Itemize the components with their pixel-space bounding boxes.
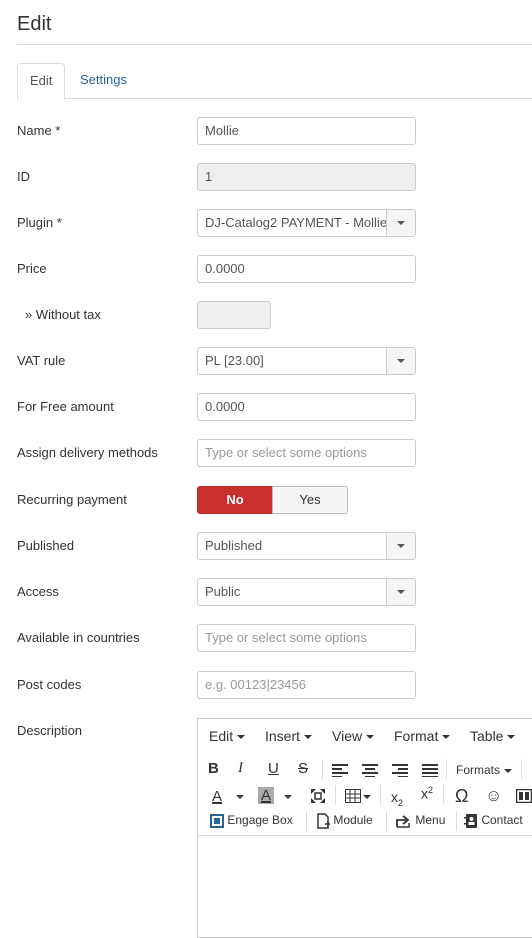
share-icon — [396, 815, 410, 828]
published-select-value: Published — [205, 538, 263, 553]
bold-icon[interactable]: B — [208, 760, 219, 777]
text-color-icon[interactable]: A — [212, 788, 222, 805]
toolbar-separator — [335, 785, 336, 805]
menu-format[interactable]: Format — [394, 728, 451, 744]
italic-icon[interactable]: I — [238, 760, 243, 777]
toolbar-separator — [521, 759, 522, 779]
recurring-no-button[interactable]: No — [197, 486, 273, 514]
price-label: Price — [17, 261, 47, 276]
chevron-down-icon[interactable] — [386, 210, 415, 236]
plugin-select-value: DJ-Catalog2 PAYMENT - Mollie — [205, 215, 388, 230]
divider — [17, 44, 532, 45]
recurring-toggle: No Yes — [197, 486, 348, 514]
without-tax-label: » Without tax — [25, 307, 101, 322]
emoticon-icon[interactable]: ☺ — [485, 786, 502, 806]
editor-content-area[interactable] — [198, 835, 532, 836]
chevron-down-icon[interactable] — [386, 533, 415, 559]
contact-label: Contact — [481, 813, 523, 827]
menu-button[interactable]: Menu — [396, 813, 445, 828]
free-amount-label: For Free amount — [17, 399, 114, 414]
id-input: 1 — [197, 163, 416, 191]
chevron-down-icon[interactable] — [386, 579, 415, 605]
subscript-icon[interactable]: x2 — [391, 789, 403, 808]
recurring-yes-button[interactable]: Yes — [272, 486, 348, 514]
engagebox-icon — [210, 813, 224, 828]
engagebox-label: Engage Box — [227, 813, 293, 827]
menu-format-label: Format — [394, 728, 439, 744]
menu-edit[interactable]: Edit — [209, 728, 246, 744]
menu-view[interactable]: View — [332, 728, 375, 744]
description-label: Description — [17, 723, 83, 738]
page-title: Edit — [17, 13, 52, 35]
chevron-down-icon[interactable] — [386, 348, 415, 374]
vat-rule-label: VAT rule — [17, 353, 66, 368]
chevron-down-icon[interactable] — [284, 788, 292, 805]
toolbar-separator — [443, 785, 444, 805]
access-label: Access — [17, 584, 59, 599]
align-left-icon[interactable] — [332, 763, 348, 777]
postcodes-input[interactable]: e.g. 00123|23456 — [197, 671, 416, 699]
align-right-icon[interactable] — [392, 763, 408, 777]
toolbar-separator — [306, 811, 307, 831]
superscript-icon[interactable]: x2 — [421, 785, 433, 802]
plugin-label: Plugin * — [17, 215, 62, 230]
without-tax-input — [197, 301, 271, 329]
chevron-down-icon[interactable] — [236, 788, 244, 805]
menu-table-label: Table — [470, 728, 504, 744]
toolbar-separator — [380, 785, 381, 805]
tab-edit[interactable]: Edit — [17, 63, 66, 100]
name-input[interactable]: Mollie — [197, 117, 416, 145]
vat-rule-select[interactable]: PL [23.00] — [197, 347, 416, 375]
id-label: ID — [17, 169, 30, 184]
toolbar-separator — [456, 811, 457, 831]
tab-settings[interactable]: Settings — [68, 63, 139, 98]
editor-menubar: Edit Insert View Format Table — [198, 719, 532, 752]
vat-rule-select-value: PL [23.00] — [205, 353, 264, 368]
published-select[interactable]: Published — [197, 532, 416, 560]
underline-icon[interactable]: U — [268, 760, 279, 777]
contact-button[interactable]: Contact — [464, 813, 523, 828]
formats-label: Formats — [456, 763, 501, 777]
menu-view-label: View — [332, 728, 363, 744]
recurring-label: Recurring payment — [17, 492, 127, 507]
free-amount-input[interactable]: 0.0000 — [197, 393, 416, 421]
rich-text-editor[interactable]: Edit Insert View Format Table B I U S Fo… — [197, 718, 532, 938]
delivery-methods-input[interactable]: Type or select some options — [197, 439, 416, 467]
menu-insert-label: Insert — [265, 728, 301, 744]
align-justify-icon[interactable] — [422, 763, 438, 777]
toolbar-separator — [446, 759, 447, 779]
published-label: Published — [17, 538, 75, 553]
align-center-icon[interactable] — [362, 763, 378, 777]
strikethrough-icon[interactable]: S — [298, 760, 308, 777]
price-input[interactable]: 0.0000 — [197, 255, 416, 283]
countries-label: Available in countries — [17, 630, 140, 645]
menu-insert[interactable]: Insert — [265, 728, 313, 744]
tab-bar: Edit Settings — [17, 63, 532, 100]
background-color-icon[interactable]: A — [258, 787, 275, 804]
postcodes-label: Post codes — [17, 677, 82, 692]
menu-table[interactable]: Table — [470, 728, 516, 744]
engagebox-button[interactable]: Engage Box — [210, 813, 293, 828]
plugin-select[interactable]: DJ-Catalog2 PAYMENT - Mollie — [197, 209, 416, 237]
access-select[interactable]: Public — [197, 578, 416, 606]
menu-edit-label: Edit — [209, 728, 234, 744]
chevron-down-icon[interactable] — [363, 788, 371, 805]
delivery-label: Assign delivery methods — [17, 445, 158, 460]
menu-label: Menu — [415, 813, 446, 827]
table-icon[interactable] — [345, 789, 361, 803]
fullscreen-icon[interactable] — [310, 788, 326, 804]
media-icon[interactable] — [516, 789, 532, 803]
countries-input[interactable]: Type or select some options — [197, 624, 416, 652]
name-label: Name * — [17, 123, 61, 138]
module-button[interactable]: Module — [316, 813, 373, 829]
toolbar-separator — [386, 811, 387, 831]
module-icon — [317, 813, 330, 829]
access-select-value: Public — [205, 584, 241, 599]
toolbar-separator — [322, 759, 323, 779]
module-label: Module — [333, 813, 373, 828]
contact-book-icon — [464, 813, 477, 828]
special-character-icon[interactable]: Ω — [455, 786, 468, 807]
formats-dropdown[interactable]: Formats — [456, 763, 513, 777]
